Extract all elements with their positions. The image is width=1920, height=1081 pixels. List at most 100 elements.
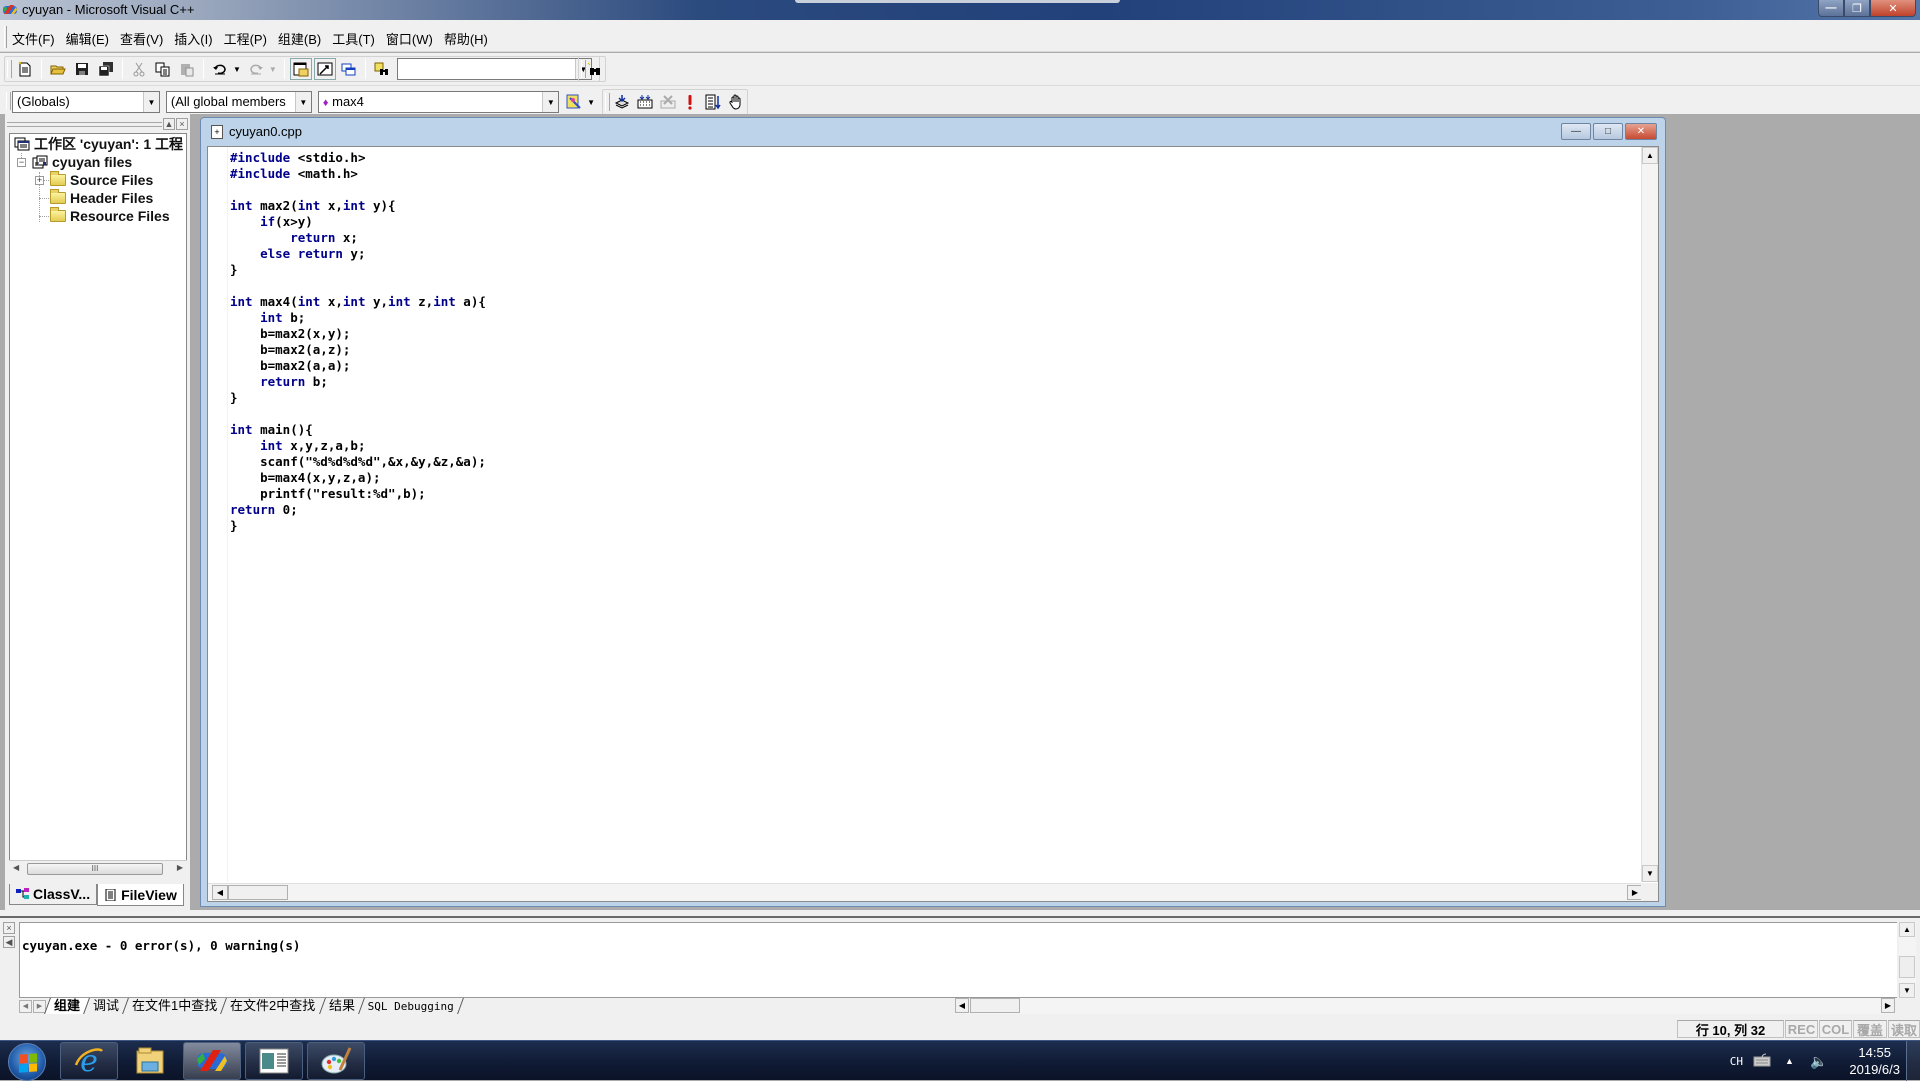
menu-tools[interactable]: 工具(T) [332,29,375,48]
save-button[interactable] [71,58,93,80]
editor-close-button[interactable]: ✕ [1625,123,1657,140]
workspace-close-button[interactable]: × [176,118,188,130]
scroll-left-icon[interactable]: ◀ [955,998,969,1013]
menu-help[interactable]: 帮助(H) [444,29,488,48]
scroll-down-icon[interactable]: ▼ [1899,983,1915,998]
code-line[interactable]: } [230,390,486,406]
output-dock-button[interactable]: ◀ [3,936,15,948]
filter-combo[interactable]: (All global members ▼ [165,91,312,113]
scroll-thumb[interactable] [228,885,288,900]
code-line[interactable]: return 0; [230,502,486,518]
scope-dropdown-icon[interactable]: ▼ [142,92,159,112]
code-line[interactable] [230,278,486,294]
code-line[interactable]: int max4(int x,int y,int z,int a){ [230,294,486,310]
project-collapse-toggle[interactable]: − [17,158,26,167]
clock[interactable]: 14:55 2019/6/3 [1849,1044,1900,1078]
open-button[interactable] [47,58,69,80]
workspace-horizontal-scrollbar[interactable]: ◀ III ▶ [9,860,187,877]
taskbar-internet-explorer[interactable]: e [60,1042,118,1080]
scroll-down-icon[interactable]: ▼ [1642,865,1658,882]
code-line[interactable]: b=max2(a,a); [230,358,486,374]
tab-find-in-files-2[interactable]: 在文件2中查找 [220,998,325,1014]
menu-view[interactable]: 查看(V) [120,29,163,48]
execute-button[interactable] [680,91,701,113]
tab-classview[interactable]: ClassV... [9,884,98,905]
start-button[interactable] [8,1043,46,1081]
scroll-right-icon[interactable]: ▶ [177,863,183,872]
workspace-grip[interactable] [7,122,162,127]
scroll-left-icon[interactable]: ◀ [212,885,228,900]
scroll-thumb[interactable] [970,998,1020,1013]
build-button[interactable] [635,91,656,113]
output-splitter[interactable] [0,910,1920,918]
editor-gutter[interactable] [208,147,228,882]
output-horizontal-scrollbar[interactable]: ◀ ▶ [955,998,1895,1014]
workspace-dock-button[interactable]: ▲ [163,118,175,130]
scroll-left-icon[interactable]: ◀ [13,863,19,872]
menu-grip[interactable] [4,26,7,48]
menu-project[interactable]: 工程(P) [224,29,267,48]
code-line[interactable]: } [230,518,486,534]
tab-fileview[interactable]: FileView [97,884,184,906]
member-dropdown-icon[interactable]: ▼ [542,92,559,112]
code-editor[interactable]: #include <stdio.h> #include <math.h> int … [207,146,1659,902]
redo-button[interactable] [245,58,267,80]
code-line[interactable]: return x; [230,230,486,246]
source-files-expand-toggle[interactable]: + [35,176,44,185]
window-close-button[interactable]: ✕ [1870,0,1916,17]
code-line[interactable] [230,182,486,198]
tab-results[interactable]: 结果 [318,998,364,1014]
code-line[interactable]: int main(){ [230,422,486,438]
tree-folder-resource-files[interactable]: Resource Files [50,207,170,225]
workspace-toggle-button[interactable] [289,58,312,80]
show-desktop-button[interactable] [1906,1041,1920,1081]
scroll-up-icon[interactable]: ▲ [1899,922,1915,937]
cut-button[interactable] [128,58,150,80]
show-hidden-icons-icon[interactable]: ▲ [1785,1056,1794,1066]
output-close-button[interactable]: × [3,922,15,934]
code-text[interactable]: #include <stdio.h> #include <math.h> int … [230,150,486,534]
scroll-up-icon[interactable]: ▲ [1642,147,1658,164]
code-line[interactable]: if(x>y) [230,214,486,230]
tab-build[interactable]: 组建 [44,998,89,1014]
redo-dropdown-icon[interactable]: ▼ [269,65,277,74]
find-combo[interactable]: ▼ [396,58,592,80]
tab-scroll-left-icon[interactable]: ◀ [19,999,32,1013]
keyboard-icon[interactable] [1753,1053,1771,1070]
compile-button[interactable] [612,91,633,113]
undo-dropdown-icon[interactable]: ▼ [233,65,241,74]
scroll-thumb[interactable] [1899,956,1915,978]
editor-vertical-scrollbar[interactable]: ▲ ▼ [1641,147,1658,882]
taskbar-file-explorer[interactable] [121,1042,179,1080]
code-line[interactable]: int max2(int x,int y){ [230,198,486,214]
tree-workspace-root[interactable]: 工作区 'cyuyan': 1 工程 [14,135,183,153]
code-line[interactable]: int b; [230,310,486,326]
tab-debug[interactable]: 调试 [83,998,128,1014]
output-text-area[interactable]: cyuyan.exe - 0 error(s), 0 warning(s) [19,922,1897,998]
editor-horizontal-scrollbar[interactable]: ◀ ▶ [208,883,1643,901]
tree-project[interactable]: cyuyan files [32,153,132,171]
window-list-button[interactable] [338,58,360,80]
window-maximize-button[interactable]: ❐ [1844,0,1870,17]
code-line[interactable]: b=max2(a,z); [230,342,486,358]
input-language-indicator[interactable]: CH [1730,1055,1743,1068]
menu-file[interactable]: 文件(F) [12,29,55,48]
window-minimize-button[interactable]: — [1818,0,1844,17]
new-text-file-button[interactable] [14,58,36,80]
scroll-thumb[interactable]: III [27,863,163,875]
scroll-right-icon[interactable]: ▶ [1881,998,1895,1013]
undo-button[interactable] [209,58,231,80]
tree-folder-header-files[interactable]: Header Files [50,189,153,207]
code-line[interactable]: #include <stdio.h> [230,150,486,166]
paste-button[interactable] [176,58,198,80]
tree-folder-source-files[interactable]: Source Files [50,171,153,189]
save-all-button[interactable] [95,58,117,80]
scope-combo[interactable]: (Globals) ▼ [12,91,160,113]
menu-edit[interactable]: 编辑(E) [66,29,109,48]
resize-grip-icon[interactable] [1641,883,1658,901]
filter-dropdown-icon[interactable]: ▼ [294,92,311,112]
menu-insert[interactable]: 插入(I) [174,29,212,48]
code-line[interactable]: #include <math.h> [230,166,486,182]
copy-button[interactable] [152,58,174,80]
tab-sql-debugging[interactable]: SQL Debugging [357,998,464,1014]
